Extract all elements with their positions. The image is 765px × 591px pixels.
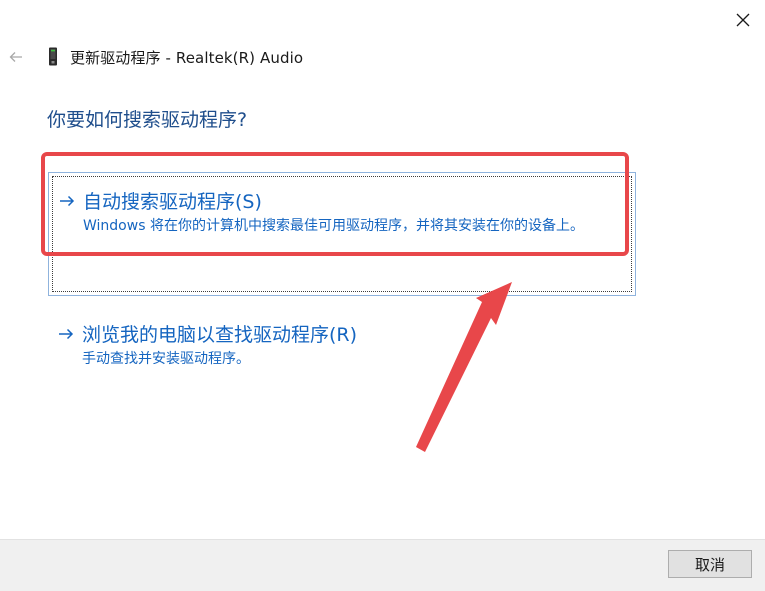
back-arrow-icon — [9, 52, 22, 62]
close-button[interactable] — [727, 6, 759, 34]
page-heading: 你要如何搜索驱动程序? — [47, 109, 248, 131]
browse-title-row: 浏览我的电脑以查找驱动程序(R) — [58, 320, 357, 347]
auto-search-title-row: 自动搜索驱动程序(S) — [59, 187, 262, 214]
audio-device-icon — [49, 47, 57, 66]
dialog-header: 更新驱动程序 - Realtek(R) Audio — [46, 46, 303, 68]
browse-computer-description: 手动查找并安装驱动程序。 — [82, 351, 250, 367]
dialog-footer: 取消 — [0, 539, 765, 591]
right-arrow-icon — [59, 328, 74, 339]
cancel-button[interactable]: 取消 — [668, 550, 752, 578]
auto-search-title: 自动搜索驱动程序(S) — [83, 191, 262, 213]
update-driver-dialog: 更新驱动程序 - Realtek(R) Audio 你要如何搜索驱动程序? 自动… — [0, 0, 765, 591]
close-icon — [736, 13, 750, 27]
right-arrow-icon — [60, 195, 75, 206]
back-button[interactable] — [4, 46, 28, 68]
browse-computer-title: 浏览我的电脑以查找驱动程序(R) — [82, 324, 358, 346]
auto-search-description: Windows 将在你的计算机中搜索最佳可用驱动程序，并将其安装在你的设备上。 — [83, 218, 584, 234]
browse-computer-option[interactable]: 浏览我的电脑以查找驱动程序(R) 手动查找并安装驱动程序。 — [48, 316, 636, 376]
dialog-title: 更新驱动程序 - Realtek(R) Audio — [70, 48, 304, 67]
auto-search-option[interactable]: 自动搜索驱动程序(S) Windows 将在你的计算机中搜索最佳可用驱动程序，并… — [48, 172, 636, 296]
